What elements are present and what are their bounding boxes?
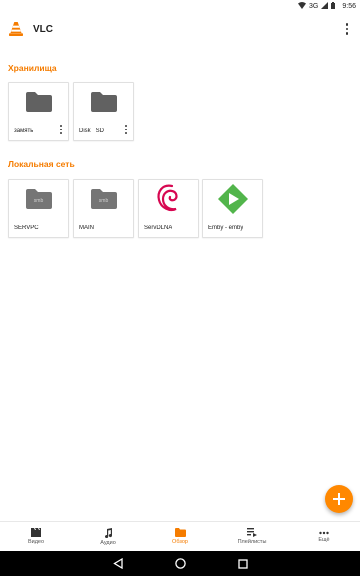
emby-icon [217,184,248,214]
video-icon [31,528,41,537]
nav-browse[interactable]: Обзор [144,522,216,551]
system-navigation-bar [0,551,360,576]
bottom-navigation: Видео Аудио Обзор Плейлисты Ещё [0,521,360,551]
overflow-menu-icon[interactable] [340,21,354,37]
server-label: Emby - emby [208,225,244,231]
nav-video-label: Видео [27,539,45,545]
more-options-icon[interactable] [59,125,63,134]
wifi-icon [298,1,307,11]
app-title: VLC [33,23,53,35]
network-server-card[interactable]: ServDLNA [138,179,199,238]
more-options-icon[interactable] [124,125,128,134]
nav-video[interactable]: Видео [0,522,72,551]
storage-section-title: Хранилища [8,63,57,73]
debian-swirl-icon [156,184,178,212]
plus-icon [333,493,345,505]
playlist-icon [247,528,257,537]
server-label: ServDLNA [144,225,173,231]
storage-label: Disk SD [79,128,105,134]
folder-icon [90,92,117,112]
network-server-card[interactable]: Emby - emby [202,179,263,238]
nav-browse-label: Обзор [172,539,188,545]
vlc-logo [9,22,23,36]
folder-icon [174,528,186,537]
storage-label: замять [14,128,34,134]
add-button[interactable] [325,485,353,513]
storage-card[interactable]: Disk SD [73,82,134,141]
storage-card[interactable]: замять [8,82,69,141]
signal-icon [321,1,329,11]
smb-badge: smb [33,198,44,205]
recents-icon[interactable] [237,558,248,569]
network-section-title: Локальная сеть [8,159,75,169]
nav-more-label: Ещё [318,536,330,543]
nav-playlists-label: Плейлисты [237,539,267,545]
network-server-card[interactable]: smb SERVPC [8,179,69,238]
smb-badge: smb [98,198,109,205]
network-server-card[interactable]: smb MAIN [73,179,134,238]
server-label: SERVPC [14,225,39,231]
nav-audio[interactable]: Аудио [72,522,144,551]
music-icon [104,527,112,538]
nav-playlists[interactable]: Плейлисты [216,522,288,551]
battery-icon [331,1,336,11]
nav-more[interactable]: Ещё [288,522,360,551]
app-bar: VLC [0,12,360,46]
clock: 9:56 [342,2,356,10]
nav-audio-label: Аудио [100,539,116,546]
network-type: 3G [309,2,319,10]
status-bar: 3G 9:56 [0,0,360,12]
more-icon [319,531,329,534]
server-label: MAIN [79,225,94,231]
back-icon[interactable] [112,558,123,569]
folder-icon [25,92,52,112]
home-icon[interactable] [174,558,186,569]
